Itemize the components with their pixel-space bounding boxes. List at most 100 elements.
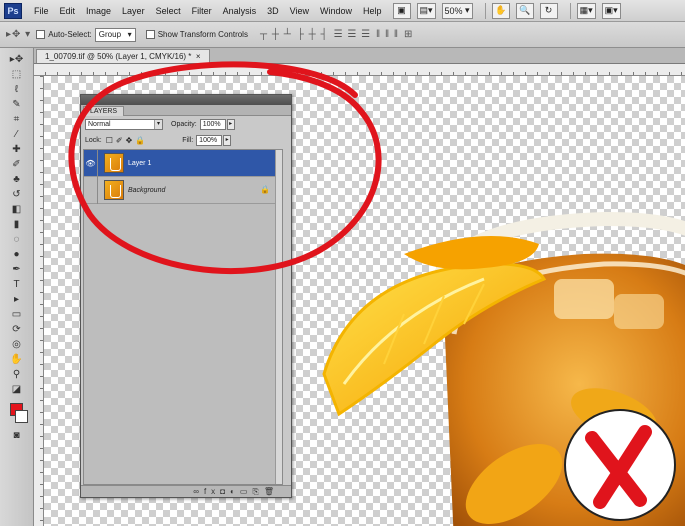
tools-panel: ▸✥ ⬚ ℓ ✎ ⌗ ⁄ ✚ ✐ ♣ ↺ ◧ ▮ ◌ ● ✒ T ▸ ▭ ⟳ ◎… xyxy=(0,48,34,526)
hand-tool-icon[interactable]: ✋ xyxy=(491,2,510,19)
pen-tool-icon[interactable]: ✒ xyxy=(5,263,29,276)
clone-stamp-icon[interactable]: ♣ xyxy=(5,173,29,186)
menu-help[interactable]: Help xyxy=(363,6,382,16)
brush-tool-icon[interactable]: ✐ xyxy=(5,158,29,171)
fill-stepper[interactable]: ▸ xyxy=(223,134,232,146)
layers-panel: LAYERS Normal ▾ Opacity: 100% ▸ Lock: ☐✐✥… xyxy=(80,94,292,498)
horizontal-ruler[interactable] xyxy=(34,64,685,76)
menubar-separator xyxy=(569,2,571,19)
show-transform-label: Show Transform Controls xyxy=(157,30,248,39)
add-mask-icon[interactable]: ◘ xyxy=(220,487,230,496)
zoom-level-value: 50% xyxy=(444,5,463,16)
menu-window[interactable]: Window xyxy=(320,6,352,16)
opacity-stepper[interactable]: ▸ xyxy=(226,118,235,130)
align-horizontal-icon[interactable]: ├ ┼ ┤ xyxy=(297,29,329,40)
menu-filter[interactable]: Filter xyxy=(192,6,212,16)
vertical-ruler[interactable] xyxy=(34,76,44,526)
layer-thumbnail xyxy=(104,180,124,200)
menubar-separator xyxy=(484,2,486,19)
quick-mask-icon[interactable]: ◙ xyxy=(5,429,29,442)
screen-mode-icon[interactable]: ▣▾ xyxy=(601,2,621,19)
distribute-vertical-icon[interactable]: ☰ ☰ ☰ xyxy=(334,29,371,40)
auto-align-icon[interactable]: ⊞ xyxy=(404,29,413,40)
eye-icon[interactable]: 👁 xyxy=(84,149,98,177)
layer-style-icon[interactable]: fx xyxy=(204,487,220,496)
eyedropper-tool-icon[interactable]: ⁄ xyxy=(5,128,29,141)
menu-edit[interactable]: Edit xyxy=(60,6,76,16)
lasso-tool-icon[interactable]: ℓ xyxy=(5,83,29,96)
menu-analysis[interactable]: Analysis xyxy=(223,6,257,16)
blend-mode-dropdown[interactable]: Normal ▾ xyxy=(85,118,163,130)
layer-thumbnail xyxy=(104,153,124,173)
align-buttons-icon[interactable]: ┬ ┼ ┴ xyxy=(260,29,292,40)
quick-select-tool-icon[interactable]: ✎ xyxy=(5,98,29,111)
path-select-icon[interactable]: ▸ xyxy=(5,293,29,306)
opacity-label: Opacity: xyxy=(171,120,197,128)
document-tab[interactable]: 1_00709.tif @ 50% (Layer 1, CMYK/16) * × xyxy=(36,49,210,63)
rotate-view-icon[interactable]: ↻ xyxy=(539,2,558,19)
history-brush-icon[interactable]: ↺ xyxy=(5,188,29,201)
auto-select-label: Auto-Select: xyxy=(48,30,92,39)
auto-select-checkbox[interactable] xyxy=(36,30,46,39)
marquee-tool-icon[interactable]: ⬚ xyxy=(5,68,29,81)
menu-3d[interactable]: 3D xyxy=(267,6,279,16)
new-layer-icon[interactable]: ⎘ xyxy=(252,487,263,497)
lock-icon: 🔒 xyxy=(260,185,270,194)
lock-label: Lock: xyxy=(85,136,102,144)
menu-image[interactable]: Image xyxy=(86,6,111,16)
3d-orbit-icon[interactable]: ◎ xyxy=(5,338,29,351)
delete-layer-icon[interactable]: 🗑 xyxy=(264,487,279,496)
layers-tab[interactable]: LAYERS xyxy=(83,106,125,116)
drink-photo xyxy=(322,211,685,526)
bridge-button[interactable]: ▣ xyxy=(392,2,411,19)
new-group-icon[interactable]: ▭ xyxy=(240,487,253,496)
mini-bridge-button[interactable]: ▤▾ xyxy=(416,2,436,19)
distribute-horizontal-icon[interactable]: ‖ ‖ ‖ xyxy=(376,29,399,40)
zoom-tool-icon[interactable]: ⚲ xyxy=(5,368,29,381)
3d-rotate-icon[interactable]: ⟳ xyxy=(5,323,29,336)
chevron-down-icon: ▾ xyxy=(154,119,162,129)
zoom-tool-icon[interactable]: 🔍 xyxy=(515,2,534,19)
layer-name: Background xyxy=(128,186,166,194)
background-color-swatch[interactable] xyxy=(15,410,28,423)
dodge-tool-icon[interactable]: ● xyxy=(5,248,29,261)
menu-select[interactable]: Select xyxy=(156,6,181,16)
options-bar: ▸✥ ▾ Auto-Select: Group ▾ Show Transform… xyxy=(0,22,685,48)
layers-panel-footer: ∞ fx ◘ ◐ ▭ ⎘ 🗑 xyxy=(81,485,291,497)
type-tool-icon[interactable]: T xyxy=(5,278,29,291)
adjustment-layer-icon[interactable]: ◐ xyxy=(230,487,240,496)
fill-label: Fill: xyxy=(182,136,194,144)
blur-tool-icon[interactable]: ◌ xyxy=(5,233,29,246)
auto-select-value: Group xyxy=(98,30,122,39)
opacity-input[interactable]: 100% xyxy=(199,118,226,130)
crop-tool-icon[interactable]: ⌗ xyxy=(5,113,29,126)
photoshop-logo: Ps xyxy=(4,2,22,19)
layer-list: 👁 Layer 1 Background 🔒 xyxy=(83,149,283,485)
layer-name: Layer 1 xyxy=(128,159,152,167)
layer-row-layer-1[interactable]: 👁 Layer 1 xyxy=(84,149,282,177)
eye-icon[interactable] xyxy=(84,176,98,204)
move-tool-icon[interactable]: ▸✥ xyxy=(5,53,29,66)
layer-row-background[interactable]: Background 🔒 xyxy=(84,176,282,204)
hand-tool-icon[interactable]: ✋ xyxy=(5,353,29,366)
document-tab-bar: 1_00709.tif @ 50% (Layer 1, CMYK/16) * × xyxy=(34,48,685,64)
zoom-level-dropdown[interactable]: 50% ▾ xyxy=(441,2,473,19)
fill-input[interactable]: 100% xyxy=(196,134,223,146)
healing-brush-icon[interactable]: ✚ xyxy=(5,143,29,156)
layers-scrollbar[interactable] xyxy=(275,150,282,484)
menu-file[interactable]: File xyxy=(34,6,49,16)
menu-view[interactable]: View xyxy=(290,6,309,16)
gradient-tool-icon[interactable]: ▮ xyxy=(5,218,29,231)
arrange-documents-icon[interactable]: ▦▾ xyxy=(576,2,596,19)
shape-tool-icon[interactable]: ▭ xyxy=(5,308,29,321)
auto-select-dropdown[interactable]: Group ▾ xyxy=(94,27,136,42)
eraser-tool-icon[interactable]: ◧ xyxy=(5,203,29,216)
lock-options-icon[interactable]: ☐✐✥🔒 xyxy=(106,136,149,145)
show-transform-checkbox[interactable] xyxy=(145,30,155,39)
layers-panel-titlebar[interactable] xyxy=(81,95,291,105)
blend-opacity-row: Normal ▾ Opacity: 100% ▸ xyxy=(81,116,291,132)
link-layers-icon[interactable]: ∞ xyxy=(193,487,204,496)
move-tool-icon[interactable]: ▸✥ ▾ xyxy=(6,29,31,40)
default-colors-icon[interactable]: ◪ xyxy=(5,383,29,396)
menu-layer[interactable]: Layer xyxy=(122,6,145,16)
